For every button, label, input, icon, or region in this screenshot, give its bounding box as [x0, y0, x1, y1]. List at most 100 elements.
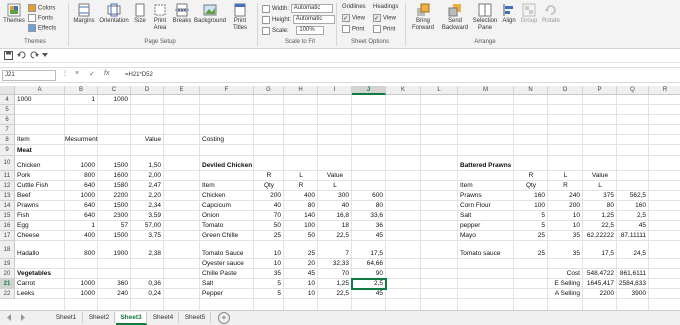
cell-h17[interactable]: 50 [284, 232, 315, 240]
cell-c15[interactable]: 2300 [98, 212, 128, 220]
cell-m10[interactable]: Battered Prawns [460, 162, 511, 170]
cell-i12[interactable]: L [318, 182, 352, 190]
cell-p13[interactable]: 375 [583, 192, 614, 200]
cell-n11[interactable]: R [514, 172, 548, 180]
cell-j16[interactable]: 36 [352, 222, 383, 230]
cell-h16[interactable]: 100 [284, 222, 315, 230]
size-button[interactable]: Size [132, 3, 148, 25]
cell-g22[interactable]: 5 [254, 290, 281, 298]
cell-j13[interactable]: 600 [352, 192, 383, 200]
column-header-c[interactable]: C [98, 86, 131, 95]
cell-a12[interactable]: Cuttle Fish [17, 182, 48, 190]
cell-c13[interactable]: 2200 [98, 192, 128, 200]
print-area-button[interactable]: Print Area [150, 3, 170, 32]
cell-j15[interactable]: 33,6 [352, 212, 383, 220]
cell-g20[interactable]: 35 [254, 270, 281, 278]
cell-q15[interactable]: 2,5 [617, 212, 646, 220]
cell-h21[interactable]: 10 [284, 280, 315, 288]
cell-n18[interactable]: 25 [514, 250, 545, 258]
row-header-9[interactable]: 9 [0, 145, 15, 156]
cell-c18[interactable]: 1900 [98, 250, 128, 258]
cell-c16[interactable]: 57 [98, 222, 128, 230]
column-header-i[interactable]: I [318, 86, 352, 95]
cell-n16[interactable]: 5 [514, 222, 545, 230]
height-dropdown[interactable]: Automatic [292, 15, 335, 24]
cell-o16[interactable]: 10 [548, 222, 580, 230]
sheet-tab-sheet3[interactable]: Sheet3 [116, 312, 147, 325]
name-box[interactable]: J21 [2, 70, 56, 81]
cell-m13[interactable]: Prawns [460, 192, 482, 200]
cell-i19[interactable]: 32,33 [318, 260, 349, 268]
cell-f21[interactable]: Salt [202, 280, 213, 288]
cell-f16[interactable]: Tomato [202, 222, 223, 230]
cell-c17[interactable]: 1500 [98, 232, 128, 240]
cell-f10[interactable]: Deviled Chicken [202, 162, 252, 170]
cell-j20[interactable]: 90 [352, 270, 383, 278]
gridlines-view-checkbox[interactable]: ✓ View [342, 14, 365, 22]
cell-o12[interactable]: R [548, 182, 583, 190]
column-header-g[interactable]: G [254, 86, 284, 95]
cell-f14[interactable]: Capcicum [202, 202, 231, 210]
cell-p18[interactable]: 17,5 [583, 250, 614, 258]
cell-o20[interactable]: Cost [548, 270, 580, 278]
cell-b21[interactable]: 1000 [65, 280, 95, 288]
cell-i14[interactable]: 40 [318, 202, 349, 210]
cell-c14[interactable]: 1500 [98, 202, 128, 210]
cell-i18[interactable]: 7 [318, 250, 349, 258]
cell-a11[interactable]: Pork [17, 172, 30, 180]
cell-c12[interactable]: 1580 [98, 182, 128, 190]
cell-g19[interactable]: 10 [254, 260, 281, 268]
add-sheet-button[interactable]: + [218, 312, 230, 324]
cell-i20[interactable]: 70 [318, 270, 349, 278]
cell-d13[interactable]: 2,20 [131, 192, 161, 200]
row-header-12[interactable]: 12 [0, 181, 15, 191]
row-header-10[interactable]: 10 [0, 156, 15, 171]
selection-pane-button[interactable]: Selection Pane [472, 3, 498, 32]
cell-o14[interactable]: 200 [548, 202, 580, 210]
cell-q21[interactable]: 2584,833 [617, 280, 646, 288]
cell-a20[interactable]: Vegetables [17, 270, 51, 278]
column-header-m[interactable]: M [458, 86, 514, 95]
cell-p17[interactable]: 62,22222 [583, 232, 614, 240]
cell-d22[interactable]: 0,24 [131, 290, 161, 298]
cell-j17[interactable]: 45 [352, 232, 383, 240]
cell-o13[interactable]: 240 [548, 192, 580, 200]
cell-p22[interactable]: 2200 [583, 290, 614, 298]
cell-j22[interactable]: 45 [352, 290, 383, 298]
sheet-tab-sheet4[interactable]: Sheet4 [148, 312, 179, 323]
cell-h15[interactable]: 140 [284, 212, 315, 220]
row-header-11[interactable]: 11 [0, 171, 15, 181]
send-backward-button[interactable]: Send Backward [440, 3, 470, 32]
cell-f19[interactable]: Oyester sauce [202, 260, 244, 268]
scroll-tabs-left-icon[interactable] [6, 314, 12, 321]
fonts-button[interactable]: Fonts [28, 14, 53, 22]
cell-j14[interactable]: 80 [352, 202, 383, 210]
cell-c22[interactable]: 240 [98, 290, 128, 298]
cell-f20[interactable]: Chille Paste [202, 270, 237, 278]
formula-input[interactable]: =H21*D52 [125, 70, 153, 80]
row-header-7[interactable]: 7 [0, 125, 15, 135]
align-button[interactable]: Align [500, 3, 518, 25]
cell-d15[interactable]: 3,59 [131, 212, 161, 220]
enter-icon[interactable]: ✓ [89, 70, 95, 78]
cell-b4[interactable]: 1 [65, 96, 95, 104]
cell-d10[interactable]: 1,50 [131, 162, 161, 170]
cell-f12[interactable]: Item [202, 182, 215, 190]
cell-n12[interactable]: Qty [514, 182, 548, 190]
cell-h22[interactable]: 10 [284, 290, 315, 298]
column-header-r[interactable]: R [649, 86, 680, 95]
cell-d18[interactable]: 2,38 [131, 250, 161, 258]
cell-a4[interactable]: 1000 [17, 96, 31, 104]
column-header-k[interactable]: K [386, 86, 421, 95]
cell-f18[interactable]: Tomato Sauce [202, 250, 244, 258]
cell-b14[interactable]: 640 [65, 202, 95, 210]
cell-q14[interactable]: 160 [617, 202, 646, 210]
cell-b13[interactable]: 1000 [65, 192, 95, 200]
row-header-13[interactable]: 13 [0, 191, 15, 201]
cell-a17[interactable]: Cheese [17, 232, 39, 240]
cell-m14[interactable]: Corn Flour [460, 202, 491, 210]
cell-f15[interactable]: Onion [202, 212, 219, 220]
cell-m17[interactable]: Mayo [460, 232, 476, 240]
cell-c4[interactable]: 1000 [98, 96, 128, 104]
row-header-19[interactable]: 19 [0, 259, 15, 269]
